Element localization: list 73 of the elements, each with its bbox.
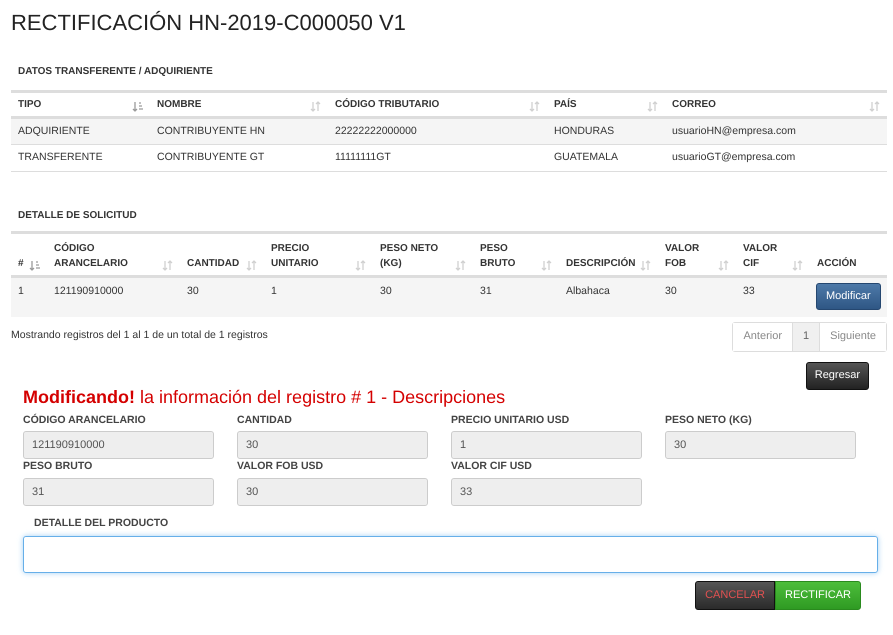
- table-cell: 11111111GT: [328, 144, 547, 172]
- input-field[interactable]: 33: [451, 478, 642, 506]
- column-header[interactable]: PRECIO UNITARIO: [271, 241, 351, 271]
- column-header[interactable]: #: [18, 256, 24, 271]
- table-cell: 30: [180, 276, 264, 316]
- sort-icon[interactable]: [162, 260, 173, 271]
- input-field[interactable]: [23, 536, 878, 573]
- table-cell: CONTRIBUYENTE HN: [150, 118, 328, 144]
- table-cell: HONDURAS: [547, 118, 665, 144]
- table-cell: CONTRIBUYENTE GT: [150, 144, 328, 172]
- sort-icon[interactable]: [541, 260, 552, 271]
- table-cell: 30: [658, 276, 736, 316]
- table-cell: 1: [264, 276, 373, 316]
- field-label: PRECIO UNITARIO USD: [451, 412, 570, 428]
- column-header[interactable]: DESCRIPCIÓN: [566, 256, 636, 271]
- column-header[interactable]: PESO NETO (KG): [380, 241, 451, 271]
- field-label: VALOR FOB USD: [237, 459, 324, 474]
- table-info: Mostrando registros del 1 al 1 de un total de 1 registros: [11, 328, 268, 342]
- column-header[interactable]: VALOR FOB: [665, 241, 714, 271]
- field-label: VALOR CIF USD: [451, 459, 533, 474]
- sort-icon[interactable]: [792, 260, 803, 271]
- sort-icon[interactable]: [310, 101, 321, 112]
- table-cell: TRANSFERENTE: [11, 144, 150, 172]
- table-cell: usuarioGT@empresa.com: [665, 144, 887, 172]
- field-label: CÓDIGO ARANCELARIO: [23, 412, 147, 428]
- input-field[interactable]: 30: [237, 478, 428, 506]
- section-heading: DATOS TRANSFERENTE / ADQUIRIENTE: [17, 65, 214, 79]
- sort-icon[interactable]: [355, 260, 366, 271]
- pagination-button[interactable]: Siguiente: [819, 322, 886, 350]
- table-cell: 30: [373, 276, 473, 316]
- field-label: PESO NETO (KG): [665, 412, 753, 428]
- column-header[interactable]: ACCIÓN: [817, 256, 856, 271]
- table-cell: 1: [11, 276, 47, 316]
- back-button[interactable]: Regresar: [806, 362, 869, 390]
- column-header[interactable]: PAÍS: [554, 97, 577, 112]
- table-cell: ADQUIRIENTE: [11, 118, 150, 144]
- sort-icon[interactable]: [869, 101, 880, 112]
- column-header[interactable]: TIPO: [18, 97, 42, 112]
- sort-icon[interactable]: [246, 260, 257, 271]
- column-header[interactable]: CORREO: [672, 97, 716, 112]
- field-label: PESO BRUTO: [23, 459, 94, 474]
- table-cell: 22222222000000: [328, 118, 547, 144]
- table-cell: usuarioHN@empresa.com: [665, 118, 887, 144]
- sort-icon[interactable]: [718, 260, 729, 271]
- table-cell: 31: [473, 276, 559, 316]
- edit-heading: Modificando! la información del registro # 1 - Descripciones: [23, 386, 506, 409]
- table-cell: 121190910000: [47, 276, 180, 316]
- sort-icon[interactable]: [640, 260, 651, 271]
- input-field[interactable]: 30: [237, 431, 428, 460]
- section-heading: DETALLE DE SOLICITUD: [17, 209, 138, 223]
- sort-ascending-icon[interactable]: [29, 260, 40, 271]
- column-header[interactable]: CÓDIGO ARANCELARIO: [54, 241, 158, 271]
- page-title: RECTIFICACIÓN HN-2019-C000050 V1: [11, 9, 406, 37]
- column-header[interactable]: PESO BRUTO: [480, 241, 537, 271]
- table-cell: Albahaca: [559, 276, 658, 316]
- table-cell: 33: [736, 276, 810, 316]
- sort-icon[interactable]: [529, 101, 540, 112]
- modify-button[interactable]: Modificar: [816, 283, 881, 310]
- input-field[interactable]: 31: [23, 478, 214, 506]
- sort-icon[interactable]: [455, 260, 466, 271]
- column-header[interactable]: NOMBRE: [157, 97, 202, 112]
- input-field[interactable]: 1: [451, 431, 642, 460]
- sort-ascending-icon[interactable]: [132, 101, 143, 112]
- table-cell: GUATEMALA: [547, 144, 665, 172]
- field-label: DETALLE DEL PRODUCTO: [34, 516, 170, 531]
- sort-icon[interactable]: [647, 101, 658, 112]
- column-header[interactable]: VALOR CIF: [743, 241, 788, 271]
- pagination-button[interactable]: 1: [792, 322, 820, 350]
- column-header[interactable]: CANTIDAD: [187, 256, 240, 271]
- field-label: CANTIDAD: [237, 412, 293, 428]
- input-field[interactable]: 30: [665, 431, 856, 460]
- column-header[interactable]: CÓDIGO TRIBUTARIO: [335, 97, 440, 112]
- input-field[interactable]: 121190910000: [23, 431, 214, 460]
